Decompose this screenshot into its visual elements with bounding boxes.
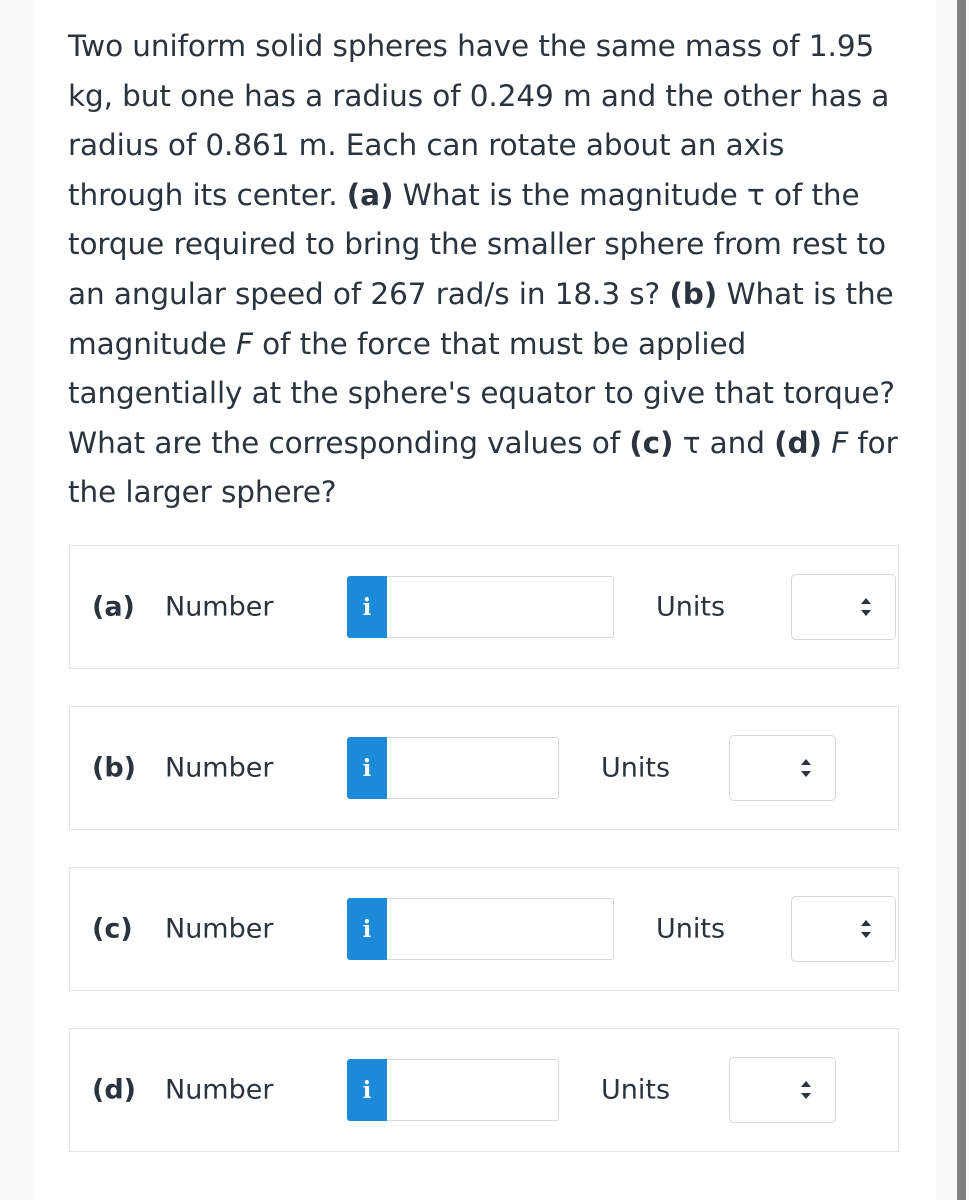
answer-row-part-label: (a) xyxy=(92,591,135,623)
answer-row-units-label: Units xyxy=(601,752,671,784)
answer-row-units-label: Units xyxy=(601,1074,671,1106)
answer-row-units-label: Units xyxy=(656,913,726,945)
number-input-group: i xyxy=(347,576,614,638)
info-icon[interactable]: i xyxy=(347,1059,387,1121)
info-icon[interactable]: i xyxy=(347,737,387,799)
answer-row-c: (c) Number i Units xyxy=(69,867,899,991)
chevron-up-down-icon xyxy=(861,598,871,616)
answer-row-part-label: (b) xyxy=(92,752,137,784)
vertical-scrollbar-thumb[interactable] xyxy=(957,0,966,1200)
answer-row-number-label: Number xyxy=(165,913,274,945)
number-input[interactable] xyxy=(387,737,559,799)
number-input-group: i xyxy=(347,1059,559,1121)
answer-row-d: (d) Number i Units xyxy=(69,1028,899,1152)
answer-row-a: (a) Number i Units xyxy=(69,545,899,669)
number-input-group: i xyxy=(347,737,559,799)
units-select[interactable] xyxy=(791,574,896,640)
answer-row-units-label: Units xyxy=(656,591,726,623)
units-select[interactable] xyxy=(729,1057,836,1123)
units-select[interactable] xyxy=(791,896,896,962)
answer-row-number-label: Number xyxy=(165,1074,274,1106)
number-input[interactable] xyxy=(387,1059,559,1121)
problem-statement: Two uniform solid spheres have the same … xyxy=(68,29,898,510)
chevron-up-down-icon xyxy=(801,759,811,777)
info-icon[interactable]: i xyxy=(347,576,387,638)
answer-row-part-label: (d) xyxy=(92,1074,137,1106)
answer-row-part-label: (c) xyxy=(92,913,133,945)
answer-row-b: (b) Number i Units xyxy=(69,706,899,830)
chevron-up-down-icon xyxy=(861,920,871,938)
units-select[interactable] xyxy=(729,735,836,801)
number-input-group: i xyxy=(347,898,614,960)
vertical-scrollbar-track[interactable] xyxy=(954,0,969,1200)
info-icon[interactable]: i xyxy=(347,898,387,960)
chevron-up-down-icon xyxy=(801,1081,811,1099)
page-gutter-right xyxy=(936,0,954,1200)
number-input[interactable] xyxy=(387,898,614,960)
answer-row-number-label: Number xyxy=(165,591,274,623)
number-input[interactable] xyxy=(387,576,614,638)
page-gutter-left xyxy=(0,0,33,1200)
answer-row-number-label: Number xyxy=(165,752,274,784)
